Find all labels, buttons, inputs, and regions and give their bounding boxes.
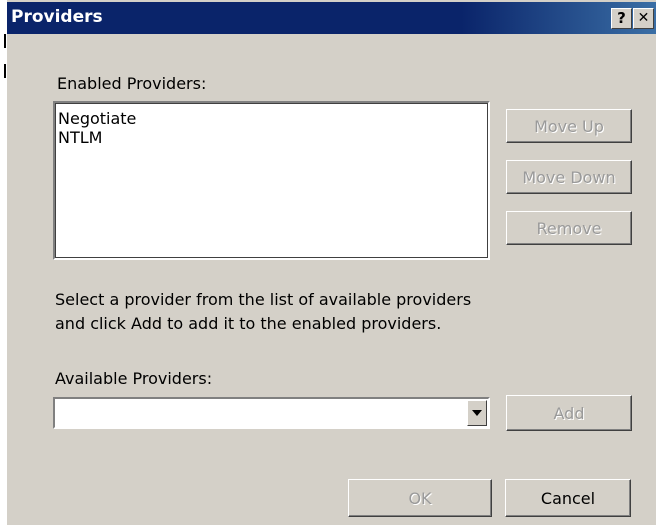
move-down-button[interactable]: Move Down (506, 160, 632, 194)
chevron-down-icon (472, 410, 482, 416)
available-providers-label: Available Providers: (55, 369, 213, 388)
close-button[interactable]: ✕ (633, 8, 654, 29)
move-up-button[interactable]: Move Up (506, 109, 632, 143)
list-item[interactable]: Negotiate (55, 109, 488, 128)
help-icon: ? (617, 9, 626, 27)
close-icon: ✕ (637, 10, 650, 26)
remove-button[interactable]: Remove (506, 211, 632, 245)
edge-mark (4, 64, 6, 78)
dropdown-arrow-button[interactable] (467, 400, 487, 426)
ok-button[interactable]: OK (348, 479, 492, 517)
available-providers-dropdown[interactable] (53, 397, 490, 429)
help-button[interactable]: ? (611, 8, 632, 29)
background-window-edge (0, 0, 7, 525)
list-item[interactable]: NTLM (55, 128, 488, 147)
add-button[interactable]: Add (506, 395, 632, 431)
instructions-line-1: Select a provider from the list of avail… (55, 290, 472, 309)
window-title: Providers (11, 7, 103, 27)
instructions-line-2: and click Add to add it to the enabled p… (55, 314, 442, 333)
enabled-providers-label: Enabled Providers: (57, 74, 207, 93)
cancel-button[interactable]: Cancel (505, 479, 631, 517)
title-bar[interactable]: Providers ? ✕ (7, 2, 656, 34)
edge-mark (4, 34, 6, 48)
enabled-providers-list[interactable]: Negotiate NTLM (53, 101, 490, 260)
